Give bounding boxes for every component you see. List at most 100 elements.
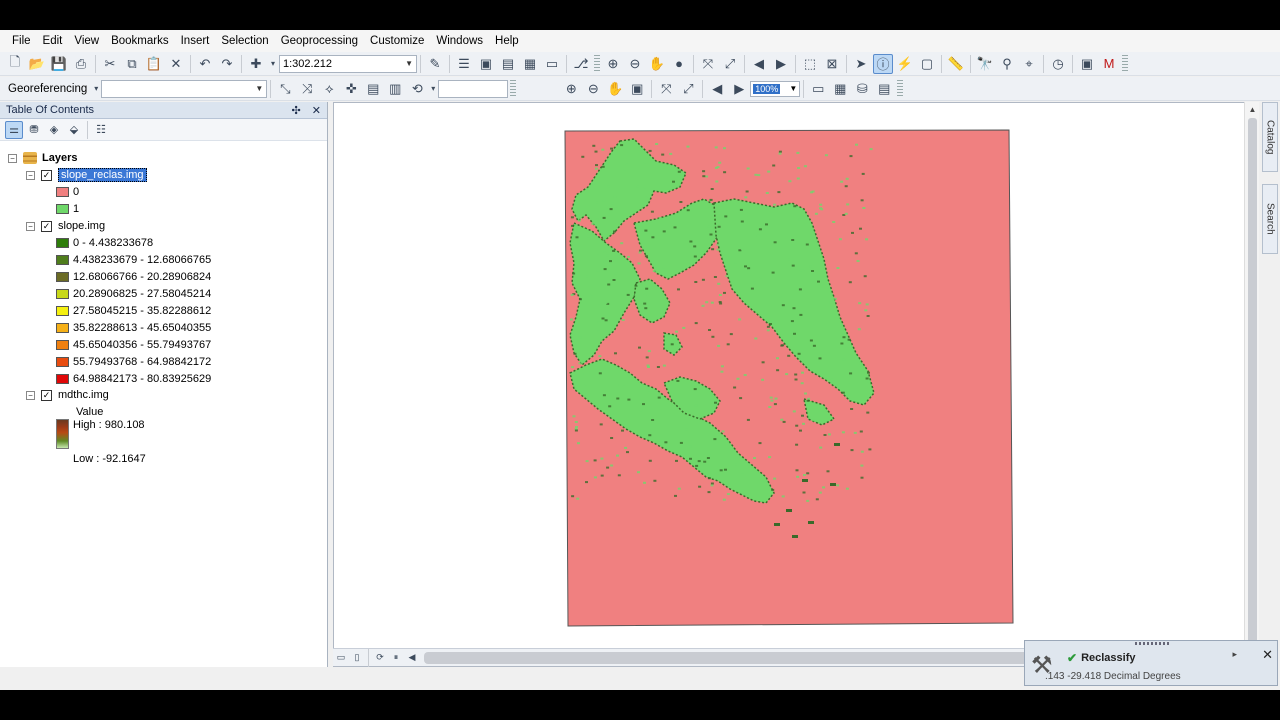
legend-class[interactable]: 12.68066766 - 20.28906824 [56,269,211,285]
notification-grip[interactable] [1135,642,1169,645]
collapse-icon[interactable]: − [26,221,35,231]
clear-selection-icon[interactable]: ⊠ [822,54,842,74]
data-view-icon[interactable]: ▭ [334,651,348,665]
georef-text-input[interactable] [438,79,509,98]
map-horizontal-scrollbar[interactable] [424,651,1029,664]
model-builder-icon[interactable]: ⎇ [571,54,591,74]
collapse-icon[interactable]: − [26,170,35,180]
cut-icon[interactable]: ✂ [100,54,120,74]
collapse-icon[interactable]: − [8,153,17,163]
list-by-source-icon[interactable]: ⛃ [25,121,43,139]
python-window-icon[interactable]: ▭ [542,54,562,74]
zoom-whole-page-icon[interactable]: ▣ [627,79,647,99]
layer-name[interactable]: slope.img [58,220,105,232]
forward-arrow-icon[interactable]: ▶ [771,54,791,74]
legend-class[interactable]: 35.82288613 - 45.65040355 [56,320,211,336]
scroll-thumb[interactable] [1248,118,1257,648]
open-folder-icon[interactable]: 📂 [27,54,47,74]
time-slider-icon[interactable]: ◷ [1048,54,1068,74]
layout-forward-icon[interactable]: ▶ [729,79,749,99]
toolbar-grip[interactable] [510,79,517,98]
layout-zoom-out-icon[interactable]: ⊖ [583,79,603,99]
paste-icon[interactable]: 📋 [144,54,164,74]
layer-row[interactable]: − ✓ mdthc.img [26,387,109,403]
arctoolbox-icon[interactable]: ▦ [520,54,540,74]
legend-class[interactable]: 4.438233679 - 12.68066765 [56,252,211,268]
copy-icon[interactable]: ⧉ [122,54,142,74]
menu-geoprocessing[interactable]: Geoprocessing [275,35,364,47]
legend-class[interactable]: 64.98842173 - 80.83925629 [56,371,211,387]
focus-data-frame-icon[interactable]: ▦ [830,79,850,99]
delete-icon[interactable]: ✕ [166,54,186,74]
search-window-icon[interactable]: ▤ [498,54,518,74]
measure-icon[interactable]: 📏 [946,54,966,74]
legend-class[interactable]: 55.79493768 - 64.98842172 [56,354,211,370]
find-route-icon[interactable]: ⚲ [997,54,1017,74]
georef-layer-combo[interactable]: ▼ [101,79,268,98]
layout-zoom-percent-combo[interactable]: 100% ▼ [750,80,801,97]
layout-fixed-zoom-in-icon[interactable]: ⤧ [656,79,676,99]
legend-class[interactable]: 1 [56,201,79,217]
reset-transformation-icon[interactable]: ⟲ [407,79,427,99]
hyperlink-lightning-icon[interactable]: ⚡ [895,54,915,74]
toolbar-grip[interactable] [1122,54,1128,73]
map-vertical-scrollbar[interactable]: ▲ ▼ [1244,102,1259,667]
go-to-xy-icon[interactable]: ⌖ [1019,54,1039,74]
layout-zoom-in-icon[interactable]: ⊕ [561,79,581,99]
scroll-left-icon[interactable]: ◀ [405,651,419,665]
pin-icon[interactable]: ✣ [292,105,301,117]
layout-view-icon[interactable]: ▯ [350,651,364,665]
layer-visibility-checkbox[interactable]: ✓ [41,389,52,401]
close-icon[interactable]: ✕ [1262,647,1273,663]
arcgis-online-icon[interactable]: M [1099,54,1119,74]
undo-icon[interactable]: ↶ [195,54,215,74]
change-layout-icon[interactable]: ⛁ [852,79,872,99]
create-viewer-window-icon[interactable]: ▣ [1077,54,1097,74]
data-driven-pages-icon[interactable]: ▤ [874,79,894,99]
layer-row[interactable]: − ✓ slope_reclas.img [26,167,147,183]
select-features-icon[interactable]: ⬚ [800,54,820,74]
legend-class[interactable]: 27.58045215 - 35.82288612 [56,303,211,319]
toggle-draft-mode-icon[interactable]: ▭ [808,79,828,99]
menu-insert[interactable]: Insert [175,35,216,47]
toolbar-grip[interactable] [594,54,600,73]
zoom-in-icon[interactable]: ⊕ [603,54,623,74]
back-arrow-icon[interactable]: ◀ [749,54,769,74]
chevron-down-icon[interactable]: ▾ [92,79,100,99]
add-control-points-icon[interactable]: ✜ [341,79,361,99]
toolbar-grip[interactable] [897,79,904,98]
redo-icon[interactable]: ↷ [217,54,237,74]
map-canvas[interactable] [334,103,1257,666]
fixed-zoom-in-icon[interactable]: ⤧ [698,54,718,74]
map-display[interactable] [333,102,1258,667]
layer-name[interactable]: slope_reclas.img [58,168,147,182]
list-by-drawing-order-icon[interactable]: ⚌ [5,120,23,139]
legend-class[interactable]: 45.65040356 - 55.79493767 [56,337,211,353]
menu-file[interactable]: File [6,35,37,47]
legend-class[interactable]: 0 [56,184,79,200]
toc-options-icon[interactable]: ☷ [92,121,110,139]
layout-fixed-zoom-out-icon[interactable]: ⤢ [678,79,698,99]
list-by-selection-icon[interactable]: ⬙ [65,121,83,139]
print-icon[interactable]: ⎙ [71,54,91,74]
find-binoculars-icon[interactable]: 🔭 [975,54,995,74]
legend-class[interactable]: 20.28906825 - 27.58045214 [56,286,211,302]
chevron-down-icon[interactable]: ▾ [268,54,278,74]
georeferencing-menu[interactable]: Georeferencing [4,83,91,95]
layout-back-icon[interactable]: ◀ [707,79,727,99]
map-scale-combo[interactable]: 1:302.212 ▼ [279,54,417,73]
catalog-tab[interactable]: Catalog [1262,102,1278,172]
html-popup-icon[interactable]: ▢ [917,54,937,74]
select-elements-pointer-icon[interactable]: ➤ [851,54,871,74]
toc-window-icon[interactable]: ☰ [454,54,474,74]
pause-drawing-icon[interactable]: ⏸ [389,651,403,665]
collapse-icon[interactable]: − [26,390,35,400]
scroll-up-icon[interactable]: ▲ [1245,102,1260,117]
menu-bookmarks[interactable]: Bookmarks [105,35,175,47]
menu-view[interactable]: View [68,35,105,47]
viewer-icon[interactable]: ▥ [385,79,405,99]
save-icon[interactable]: 💾 [49,54,69,74]
menu-selection[interactable]: Selection [215,35,274,47]
chevron-down-icon[interactable]: ▾ [429,79,437,99]
legend-class[interactable]: 0 - 4.438233678 [56,235,153,251]
